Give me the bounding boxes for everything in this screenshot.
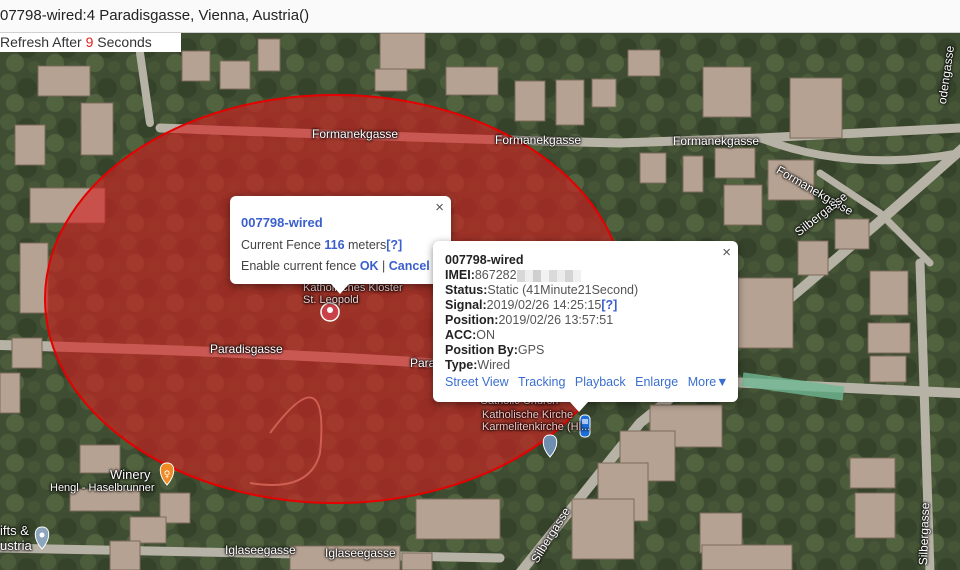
info-device-name: 007798-wired <box>445 253 524 267</box>
device-info-popup: × 007798-wired IMEI:867282 Status:Static… <box>433 241 738 412</box>
place-label-winery-sub: Hengl - Haselbrunner <box>50 482 155 494</box>
street-label: Formanekgasse <box>495 133 582 147</box>
imei-redaction <box>516 269 581 282</box>
place-label-left-edge: ifts & ustria <box>0 523 32 553</box>
info-action-links: Street View Tracking Playback Enlarge Mo… <box>445 375 735 389</box>
place-label-kloster: Katholisches Kloster St. Leopold <box>303 282 403 306</box>
info-acc-row: ACC:ON <box>445 328 495 342</box>
window-title: 07798-wired:4 Paradisgasse, Vienna, Aust… <box>0 7 310 24</box>
svg-text:♀: ♀ <box>164 470 171 480</box>
street-label: Silbergasse <box>916 502 933 566</box>
info-signal-value: 2019/02/26 14:25:15 <box>486 298 602 312</box>
info-position-by-label: Position By: <box>445 343 518 357</box>
info-status-label: Status: <box>445 283 488 297</box>
fence-current-row: Current Fence 116 meters[?] <box>241 238 402 252</box>
refresh-prefix: Refresh After <box>0 34 86 50</box>
tracking-link[interactable]: Tracking <box>518 375 565 389</box>
refresh-countdown: Refresh After 9 Seconds <box>0 33 181 52</box>
fence-cancel-button[interactable]: Cancel <box>389 259 430 273</box>
street-label: Formanekgasse <box>673 134 760 148</box>
fence-unit: meters <box>344 238 387 252</box>
fence-radius-value: 116 <box>324 238 345 252</box>
info-position-value: 2019/02/26 13:57:51 <box>498 313 614 327</box>
street-label: Iglaseegasse <box>325 546 396 560</box>
info-imei-label: IMEI: <box>445 268 475 282</box>
refresh-suffix: Seconds <box>93 34 152 50</box>
info-acc-value: ON <box>476 328 495 342</box>
place-label-church-sub: Katholische Kirche Karmelitenkirche (Hl.… <box>482 409 591 433</box>
info-position-row: Position:2019/02/26 13:57:51 <box>445 313 613 327</box>
fence-ok-button[interactable]: OK <box>360 259 379 273</box>
fence-enable-label: Enable current fence <box>241 259 360 273</box>
info-imei-row: IMEI:867282 <box>445 268 581 282</box>
info-signal-help-link[interactable]: [?] <box>601 298 617 312</box>
street-label: Paradisgasse <box>210 342 283 356</box>
close-icon[interactable]: × <box>722 244 731 261</box>
fence-popup: × 007798-wired Current Fence 116 meters[… <box>230 196 451 294</box>
info-imei-value: 867282 <box>474 268 517 282</box>
playback-link[interactable]: Playback <box>575 375 626 389</box>
info-position-label: Position: <box>445 313 499 327</box>
info-status-row: Status:Static (41Minute21Second) <box>445 283 638 297</box>
close-icon[interactable]: × <box>435 199 444 216</box>
more-dropdown-link[interactable]: More▼ <box>688 375 729 389</box>
street-view-link[interactable]: Street View <box>445 375 509 389</box>
info-position-by-value: GPS <box>517 343 545 357</box>
info-type-row: Type:Wired <box>445 358 510 372</box>
fence-enable-row: Enable current fence OK | Cancel <box>241 259 430 273</box>
info-title-row: 007798-wired <box>445 253 524 267</box>
enlarge-link[interactable]: Enlarge <box>635 375 678 389</box>
info-acc-label: ACC: <box>445 328 477 342</box>
info-type-label: Type: <box>445 358 478 372</box>
fence-help-link[interactable]: [?] <box>386 238 402 252</box>
place-label-winery: Winery <box>110 467 151 482</box>
street-label: Iglaseegasse <box>225 543 296 557</box>
fence-separator: | <box>378 259 389 273</box>
info-signal-row: Signal:2019/02/26 14:25:15[?] <box>445 298 617 312</box>
fence-device-name: 007798-wired <box>241 215 323 230</box>
info-signal-label: Signal: <box>445 298 487 312</box>
info-position-by-row: Position By:GPS <box>445 343 544 357</box>
fence-current-label: Current Fence <box>241 238 325 252</box>
street-label: Formanekgasse <box>312 127 399 141</box>
info-status-value: Static (41Minute21Second) <box>487 283 639 297</box>
info-type-value: Wired <box>477 358 511 372</box>
window-titlebar: 07798-wired:4 Paradisgasse, Vienna, Aust… <box>0 0 960 33</box>
